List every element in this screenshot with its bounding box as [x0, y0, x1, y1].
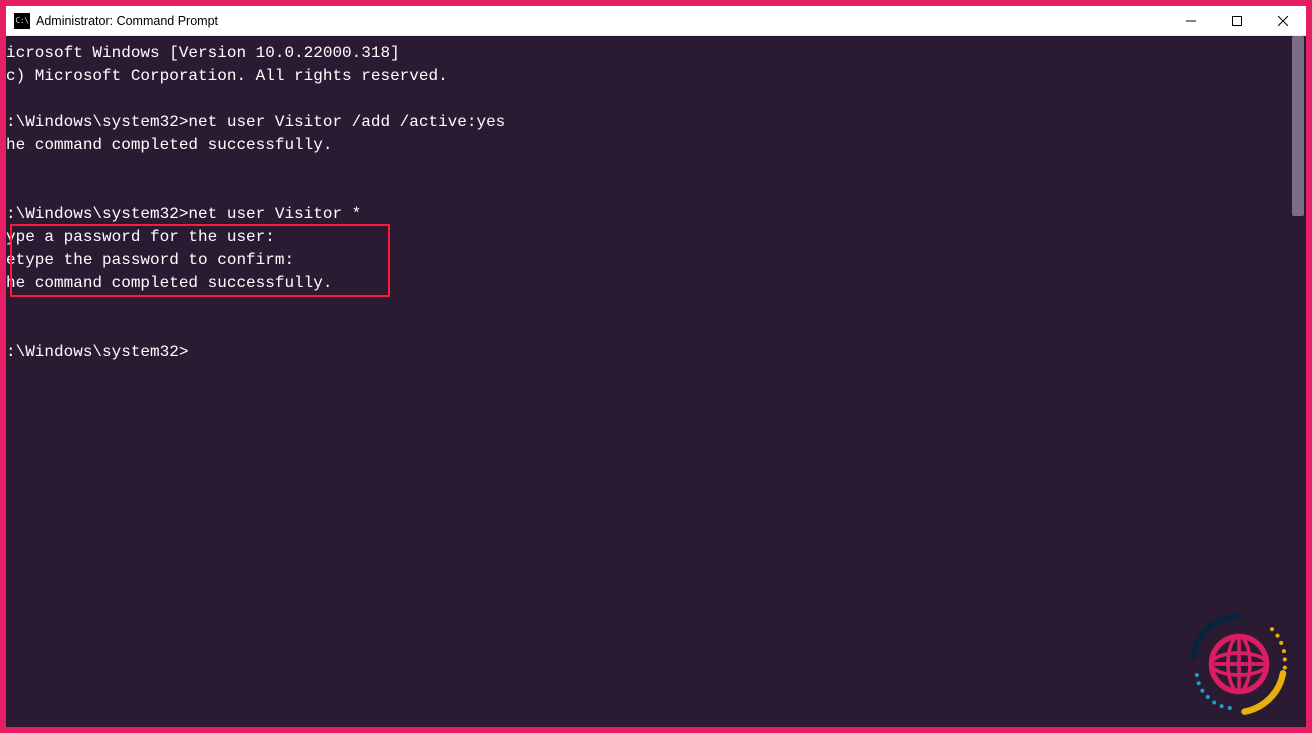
- maximize-button[interactable]: [1214, 6, 1260, 35]
- terminal-output[interactable]: icrosoft Windows [Version 10.0.22000.318…: [6, 36, 1290, 727]
- terminal-line: :\Windows\system32>net user Visitor *: [6, 203, 1290, 226]
- terminal-area[interactable]: icrosoft Windows [Version 10.0.22000.318…: [6, 36, 1306, 727]
- cmd-icon: [14, 13, 30, 29]
- minimize-icon: [1186, 16, 1196, 26]
- window-controls: [1168, 6, 1306, 35]
- terminal-line: :\Windows\system32>net user Visitor /add…: [6, 111, 1290, 134]
- terminal-line: [6, 157, 1290, 180]
- terminal-line: [6, 318, 1290, 341]
- maximize-icon: [1232, 16, 1242, 26]
- terminal-line: etype the password to confirm:: [6, 249, 1290, 272]
- terminal-line: icrosoft Windows [Version 10.0.22000.318…: [6, 42, 1290, 65]
- terminal-line: :\Windows\system32>: [6, 341, 1290, 364]
- close-button[interactable]: [1260, 6, 1306, 35]
- watermark-logo: [1184, 609, 1294, 719]
- terminal-line: [6, 88, 1290, 111]
- terminal-line: ype a password for the user:: [6, 226, 1290, 249]
- terminal-line: [6, 295, 1290, 318]
- close-icon: [1278, 16, 1288, 26]
- terminal-line: he command completed successfully.: [6, 134, 1290, 157]
- terminal-line: [6, 180, 1290, 203]
- minimize-button[interactable]: [1168, 6, 1214, 35]
- scrollbar-thumb[interactable]: [1292, 36, 1304, 216]
- terminal-line: c) Microsoft Corporation. All rights res…: [6, 65, 1290, 88]
- terminal-line: he command completed successfully.: [6, 272, 1290, 295]
- title-bar[interactable]: Administrator: Command Prompt: [6, 6, 1306, 36]
- window-title: Administrator: Command Prompt: [36, 14, 218, 28]
- app-window: Administrator: Command Prompt icrosoft W…: [0, 0, 1312, 733]
